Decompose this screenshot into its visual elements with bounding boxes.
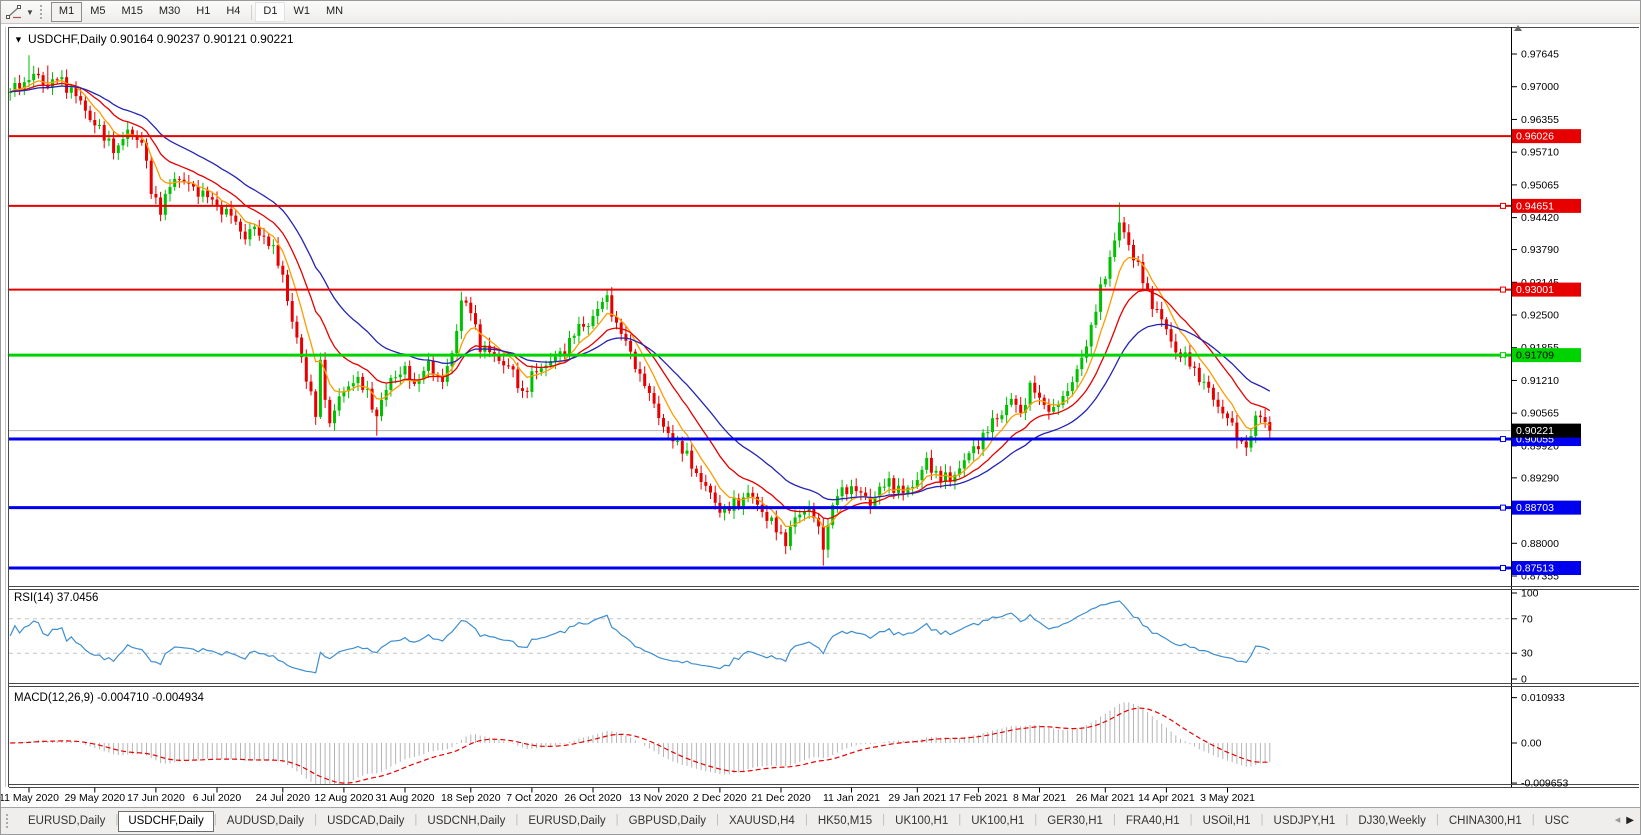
svg-text:0.93790: 0.93790 bbox=[1521, 244, 1559, 256]
chart-title: USDCHF,Daily 0.90164 0.90237 0.90121 0.9… bbox=[28, 32, 294, 46]
svg-text:0.94651: 0.94651 bbox=[1516, 200, 1554, 212]
tab-scroll-arrows: ◂ ▶ bbox=[1615, 815, 1634, 826]
svg-text:29 May 2020: 29 May 2020 bbox=[64, 792, 125, 804]
mt4-terminal-window: ▼ M1M5M15M30H1H4D1W1MN 0.976450.970000.9… bbox=[0, 0, 1641, 835]
svg-text:17 Jun 2020: 17 Jun 2020 bbox=[127, 792, 185, 804]
chart-tab-china300-h1[interactable]: CHINA300,H1 bbox=[1439, 811, 1532, 832]
svg-text:0.94420: 0.94420 bbox=[1521, 212, 1559, 224]
svg-text:0.88703: 0.88703 bbox=[1516, 502, 1554, 514]
svg-text:0.95065: 0.95065 bbox=[1521, 179, 1559, 191]
timeframe-button-d1[interactable]: D1 bbox=[255, 2, 285, 22]
timeframe-button-h1[interactable]: H1 bbox=[188, 2, 218, 22]
chart-collapse-icon[interactable]: ▼ bbox=[14, 35, 23, 45]
svg-text:0.90221: 0.90221 bbox=[1516, 425, 1554, 437]
svg-text:2 Dec 2020: 2 Dec 2020 bbox=[693, 792, 747, 804]
chart-tab-bar: EURUSD,Daily|USDCHF,Daily|AUDUSD,Daily|U… bbox=[1, 807, 1640, 835]
tab-scroll-left-icon[interactable]: ◂ bbox=[1615, 815, 1621, 826]
svg-text:11 May 2020: 11 May 2020 bbox=[1, 792, 59, 804]
svg-text:6 Jul 2020: 6 Jul 2020 bbox=[193, 792, 242, 804]
toolbar-grip[interactable] bbox=[40, 5, 45, 19]
tab-scroll-right-icon[interactable]: ▶ bbox=[1626, 815, 1634, 826]
chart-tab-eurusd-daily[interactable]: EURUSD,Daily bbox=[518, 811, 615, 832]
svg-text:0.95710: 0.95710 bbox=[1521, 147, 1559, 159]
chart-tab-eurusd-daily[interactable]: EURUSD,Daily bbox=[18, 811, 115, 832]
rsi-indicator-label: RSI(14) 37.0456 bbox=[14, 592, 98, 604]
svg-text:0.88000: 0.88000 bbox=[1521, 538, 1559, 550]
macd-indicator-label: MACD(12,26,9) -0.004710 -0.004934 bbox=[14, 692, 204, 704]
svg-text:0.90565: 0.90565 bbox=[1521, 408, 1559, 420]
toolbar-separator bbox=[251, 5, 252, 20]
svg-text:0.93001: 0.93001 bbox=[1516, 284, 1554, 296]
chart-tab-gbpusd-daily[interactable]: GBPUSD,Daily bbox=[619, 811, 716, 832]
svg-text:0.92500: 0.92500 bbox=[1521, 310, 1559, 322]
chart-tabs: EURUSD,Daily|USDCHF,Daily|AUDUSD,Daily|U… bbox=[1, 811, 1588, 832]
svg-text:0.87513: 0.87513 bbox=[1516, 562, 1554, 574]
svg-text:100: 100 bbox=[1521, 588, 1539, 600]
tool-dropdown-caret-icon[interactable]: ▼ bbox=[26, 8, 34, 17]
chart-tab-dj30-weekly[interactable]: DJ30,Weekly bbox=[1348, 811, 1436, 832]
chart-tab-uk100-h1[interactable]: UK100,H1 bbox=[885, 811, 958, 832]
svg-text:0.97645: 0.97645 bbox=[1521, 49, 1559, 61]
svg-text:11 Jan 2021: 11 Jan 2021 bbox=[823, 792, 880, 804]
chart-tab-hk50-m15[interactable]: HK50,M15 bbox=[808, 811, 882, 832]
svg-text:26 Mar 2021: 26 Mar 2021 bbox=[1076, 792, 1135, 804]
timeframe-button-m15[interactable]: M15 bbox=[113, 2, 150, 22]
svg-text:18 Sep 2020: 18 Sep 2020 bbox=[441, 792, 501, 804]
svg-text:-0.009653: -0.009653 bbox=[1521, 778, 1568, 790]
svg-text:29 Jan 2021: 29 Jan 2021 bbox=[888, 792, 946, 804]
svg-text:8 Mar 2021: 8 Mar 2021 bbox=[1013, 792, 1066, 804]
timeframe-button-m5[interactable]: M5 bbox=[82, 2, 113, 22]
timeframe-button-mn[interactable]: MN bbox=[318, 2, 351, 22]
timeframe-button-m1[interactable]: M1 bbox=[51, 2, 82, 22]
chart-tab-usdjpy-h1[interactable]: USDJPY,H1 bbox=[1264, 811, 1346, 832]
line-study-cursor-icon[interactable] bbox=[5, 4, 23, 20]
chart-tab-usdchf-daily[interactable]: USDCHF,Daily bbox=[118, 811, 213, 832]
svg-text:0.010933: 0.010933 bbox=[1521, 692, 1565, 704]
svg-text:0.91210: 0.91210 bbox=[1521, 375, 1559, 387]
svg-text:31 Aug 2020: 31 Aug 2020 bbox=[376, 792, 435, 804]
chart-tab-usdcad-daily[interactable]: USDCAD,Daily bbox=[317, 811, 414, 832]
svg-text:7 Oct 2020: 7 Oct 2020 bbox=[506, 792, 558, 804]
svg-text:0: 0 bbox=[1521, 674, 1527, 686]
chart-tab-usdcnh-daily[interactable]: USDCNH,Daily bbox=[417, 811, 515, 832]
svg-text:70: 70 bbox=[1521, 613, 1533, 625]
chart-tab-fra40-h1[interactable]: FRA40,H1 bbox=[1116, 811, 1190, 832]
svg-text:3 May 2021: 3 May 2021 bbox=[1200, 792, 1255, 804]
chart-background bbox=[1, 23, 1641, 807]
svg-text:30: 30 bbox=[1521, 648, 1533, 660]
timeframe-button-m30[interactable]: M30 bbox=[151, 2, 188, 22]
chart-tab-ger30-h1[interactable]: GER30,H1 bbox=[1037, 811, 1113, 832]
svg-text:14 Apr 2021: 14 Apr 2021 bbox=[1138, 792, 1195, 804]
chart-tab-audusd-daily[interactable]: AUDUSD,Daily bbox=[217, 811, 314, 832]
chart-tab-usoil-h1[interactable]: USOil,H1 bbox=[1193, 811, 1261, 832]
chart-tab-uk100-h1[interactable]: UK100,H1 bbox=[961, 811, 1034, 832]
svg-text:0.91709: 0.91709 bbox=[1516, 350, 1554, 362]
svg-text:0.96026: 0.96026 bbox=[1516, 131, 1554, 143]
tabbar-grip bbox=[6, 814, 12, 828]
svg-text:24 Jul 2020: 24 Jul 2020 bbox=[256, 792, 310, 804]
timeframe-button-group: M1M5M15M30H1H4 D1W1MN bbox=[51, 2, 351, 22]
chart-tab-usc[interactable]: USC bbox=[1535, 811, 1579, 832]
svg-text:0.00: 0.00 bbox=[1521, 738, 1542, 750]
svg-text:26 Oct 2020: 26 Oct 2020 bbox=[564, 792, 621, 804]
chart-canvas[interactable]: 0.97645 0.97000 0.96355 0.95710 0.95065 0.944… bbox=[1, 1, 1641, 835]
svg-text:17 Feb 2021: 17 Feb 2021 bbox=[949, 792, 1008, 804]
top-toolbar: ▼ M1M5M15M30H1H4 D1W1MN bbox=[1, 1, 1640, 24]
svg-text:12 Aug 2020: 12 Aug 2020 bbox=[314, 792, 373, 804]
svg-text:0.97000: 0.97000 bbox=[1521, 81, 1559, 93]
chart-tab-xauusd-h4[interactable]: XAUUSD,H4 bbox=[719, 811, 805, 832]
svg-text:0.89290: 0.89290 bbox=[1521, 472, 1559, 484]
timeframe-button-h4[interactable]: H4 bbox=[218, 2, 248, 22]
timeframe-button-w1[interactable]: W1 bbox=[285, 2, 318, 22]
svg-text:0.96355: 0.96355 bbox=[1521, 114, 1559, 126]
svg-text:21 Dec 2020: 21 Dec 2020 bbox=[751, 792, 811, 804]
svg-text:13 Nov 2020: 13 Nov 2020 bbox=[629, 792, 689, 804]
